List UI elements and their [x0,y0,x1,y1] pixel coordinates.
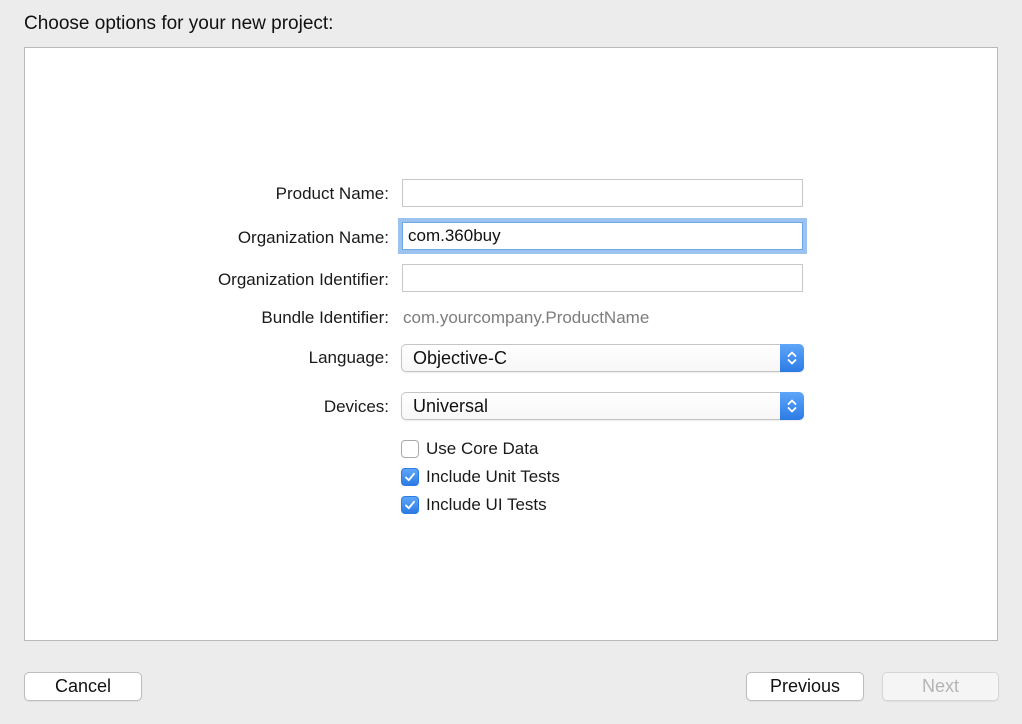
language-popup-value: Objective-C [413,348,508,368]
checkmark-icon [405,472,415,482]
devices-label: Devices: [323,397,389,416]
use-core-data-label: Use Core Data [426,439,539,458]
bundle-identifier-value: com.yourcompany.ProductName [403,308,650,327]
up-down-chevron-icon [780,392,804,420]
up-down-chevron-icon-glyph [787,399,797,413]
product-name-field[interactable] [402,179,803,207]
organization-name-label: Organization Name: [237,228,389,247]
organization-identifier-label: Organization Identifier: [217,270,389,289]
up-down-chevron-icon [780,344,804,372]
language-label: Language: [308,348,389,367]
include-unit-tests-label: Include Unit Tests [426,467,560,486]
next-button[interactable]: Next [882,672,999,701]
include-unit-tests-option[interactable]: Include Unit Tests [401,467,560,487]
dialog-title: Choose options for your new project: [24,13,334,34]
use-core-data-checkbox[interactable] [401,440,419,458]
organization-identifier-field[interactable] [402,264,803,292]
organization-name-field[interactable] [398,218,807,254]
bundle-identifier-label: Bundle Identifier: [261,308,389,327]
language-popup[interactable]: Objective-C [401,344,804,372]
product-name-label: Product Name: [275,184,389,203]
use-core-data-option[interactable]: Use Core Data [401,439,538,459]
include-ui-tests-option[interactable]: Include UI Tests [401,495,547,515]
devices-popup-value: Universal [413,396,489,416]
include-ui-tests-label: Include UI Tests [426,495,547,514]
up-down-chevron-icon-glyph [787,351,797,365]
devices-popup[interactable]: Universal [401,392,804,420]
include-ui-tests-checkbox[interactable] [401,496,419,514]
cancel-button[interactable]: Cancel [24,672,142,701]
include-unit-tests-checkbox[interactable] [401,468,419,486]
checkmark-icon [405,500,415,510]
previous-button[interactable]: Previous [746,672,864,701]
